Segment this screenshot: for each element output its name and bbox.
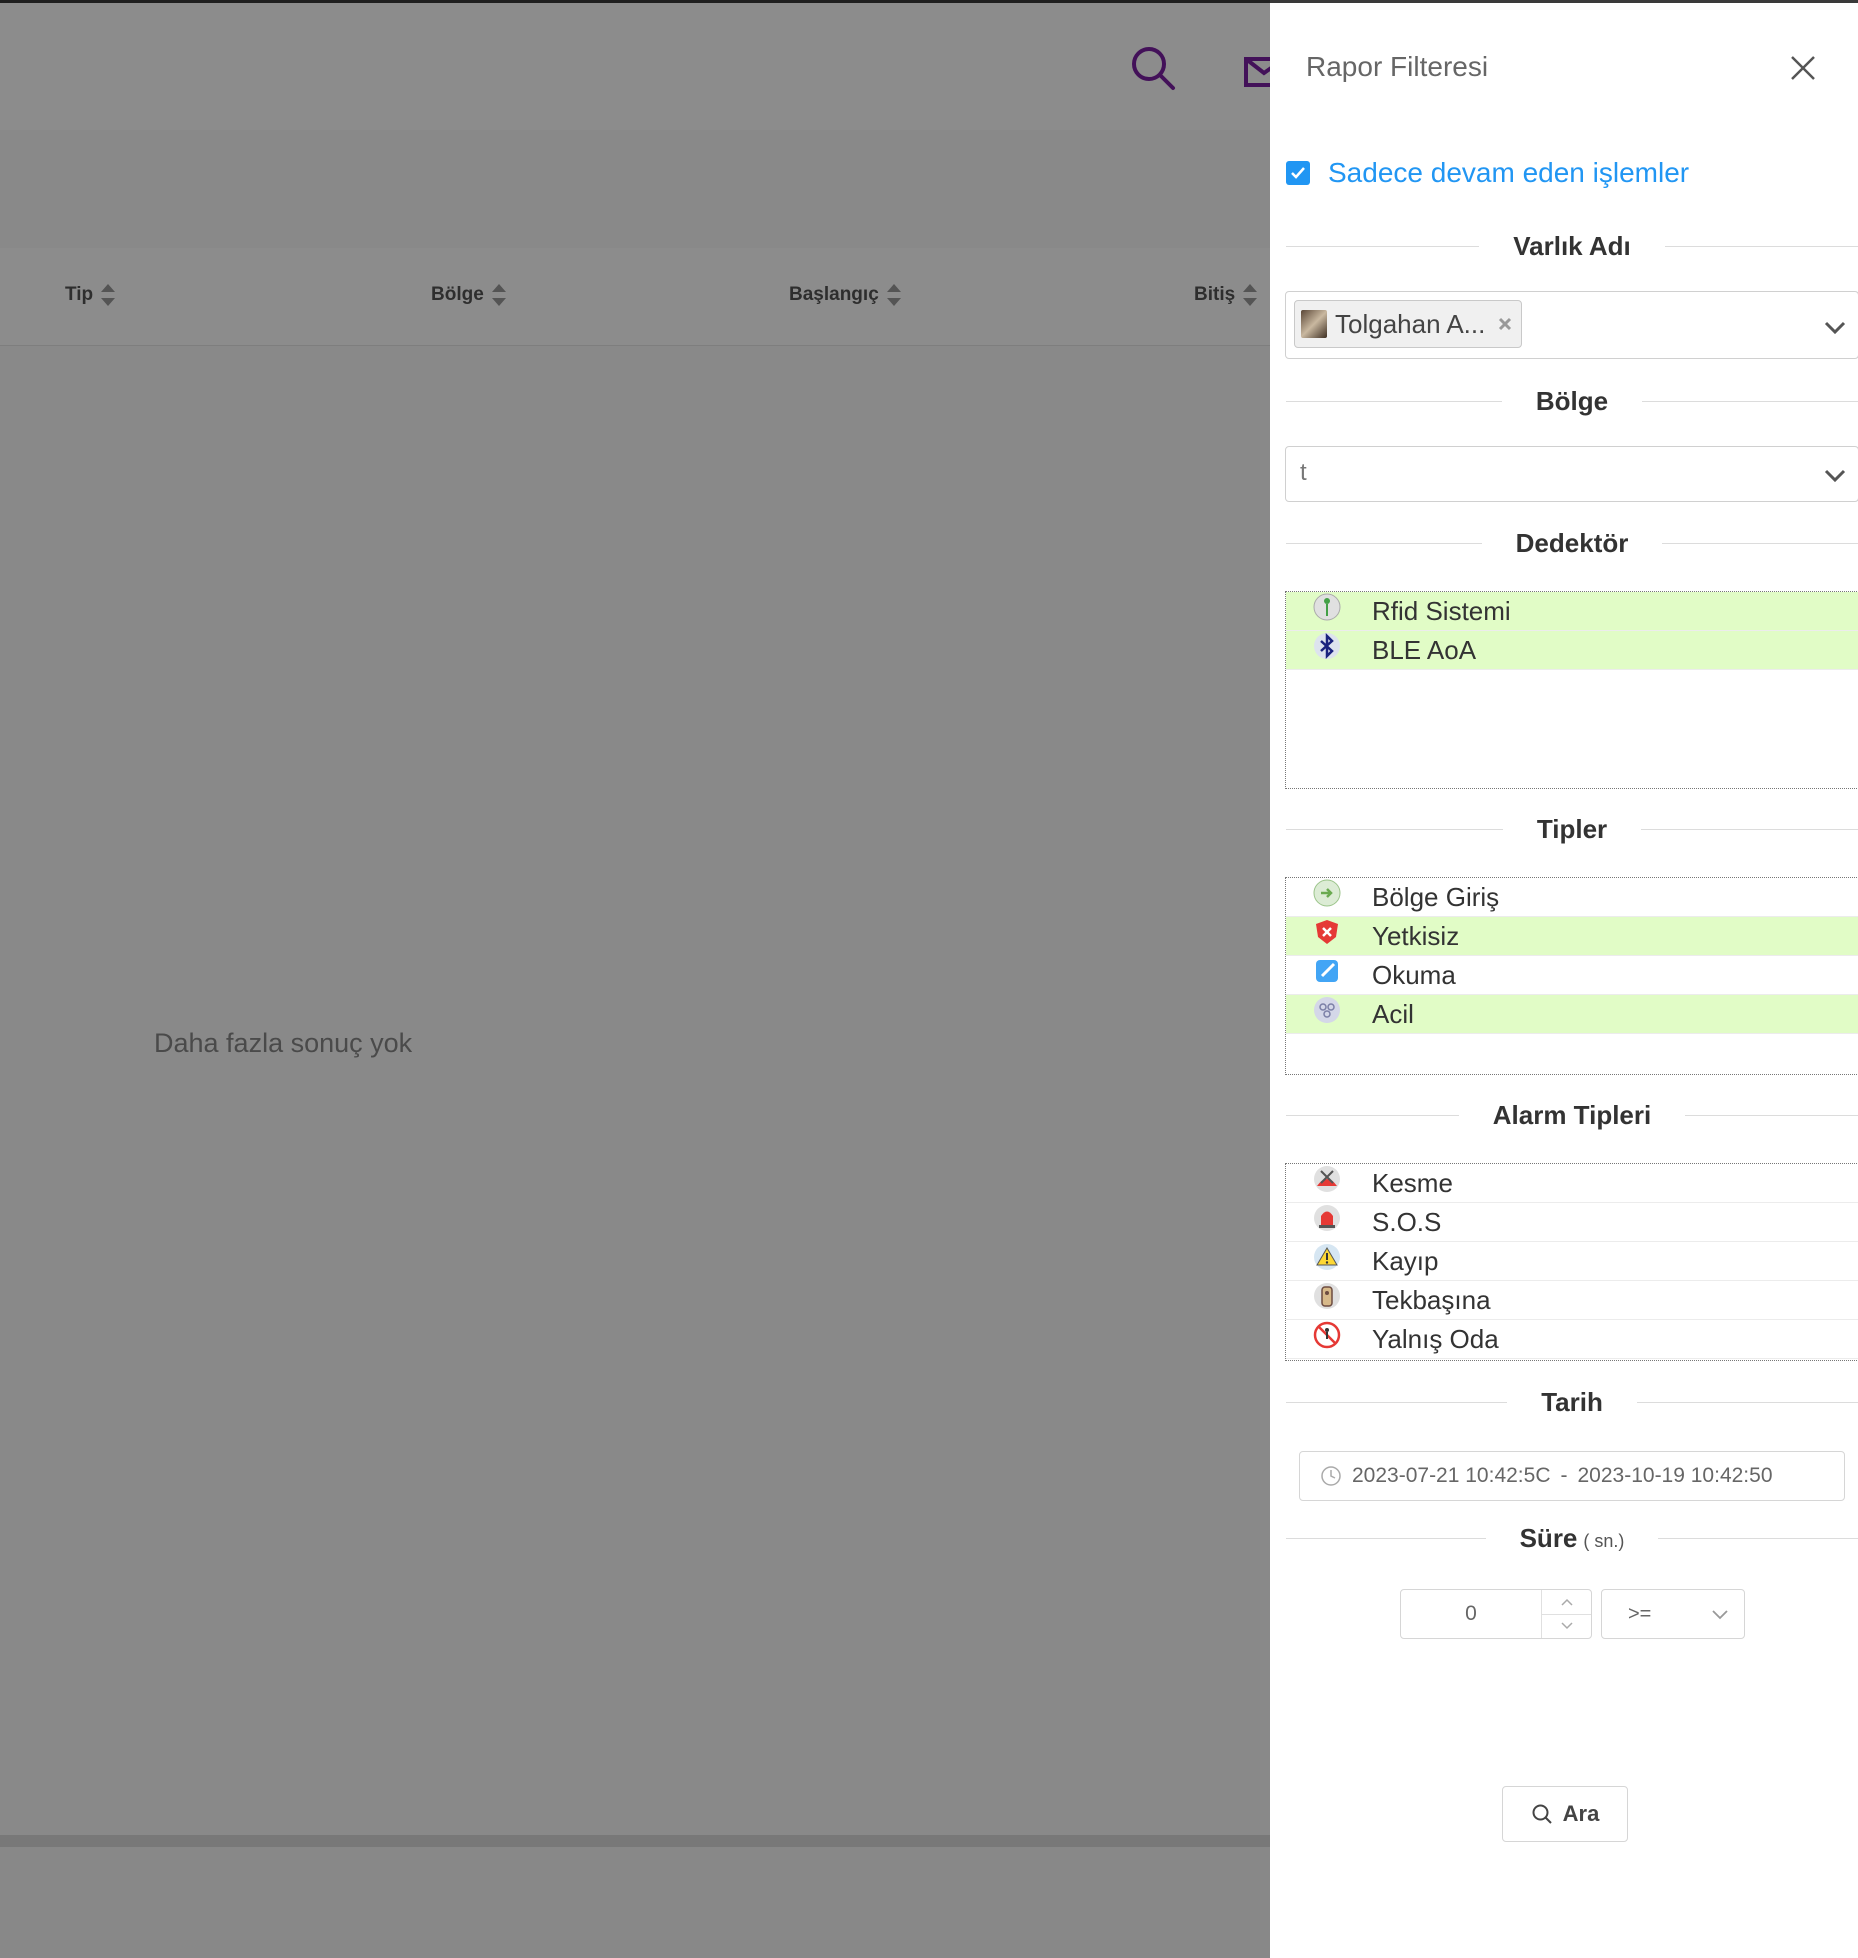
avatar	[1301, 310, 1327, 338]
section-title: Süre( sn.)	[1486, 1523, 1659, 1554]
section-title: Tipler	[1536, 814, 1608, 844]
list-item-label: Bölge Giriş	[1372, 881, 1500, 912]
close-icon[interactable]	[1788, 53, 1818, 83]
section-title: Alarm Tipleri	[1492, 1100, 1652, 1130]
list-item-label: Okuma	[1372, 959, 1456, 990]
emergency-icon	[1312, 995, 1342, 1025]
date-range-separator: -	[1560, 1464, 1568, 1487]
checkbox-label[interactable]: Sadece devam eden işlemler	[1328, 157, 1689, 189]
section-divider-duration: Süre( sn.)	[1286, 1523, 1858, 1554]
search-button-label: Ara	[1562, 1801, 1600, 1826]
list-item-label: Yalnış Oda	[1372, 1323, 1499, 1354]
rfid-icon	[1312, 592, 1342, 622]
bluetooth-icon	[1312, 631, 1342, 661]
list-item-rfid[interactable]: Rfid Sistemi	[1286, 592, 1858, 631]
section-title: Bölge	[1535, 386, 1609, 416]
search-button[interactable]: Ara	[1502, 1786, 1628, 1842]
detector-listbox[interactable]: Rfid Sistemi BLE AoA	[1285, 591, 1858, 789]
clock-icon	[1320, 1465, 1342, 1487]
only-ongoing-checkbox[interactable]: Sadece devam eden işlemler	[1286, 157, 1689, 189]
list-item-label: Kesme	[1372, 1167, 1453, 1198]
list-item-wrong-room[interactable]: Yalnış Oda	[1286, 1320, 1858, 1359]
list-item-label: Acil	[1372, 998, 1414, 1029]
list-item-label: Tekbaşına	[1372, 1284, 1491, 1315]
list-item-alone[interactable]: Tekbaşına	[1286, 1281, 1858, 1320]
section-divider-asset: Varlık Adı	[1286, 231, 1858, 262]
siren-icon	[1312, 1203, 1342, 1233]
date-range-end[interactable]: 2023-10-19 10:42:50	[1578, 1464, 1773, 1488]
report-filter-drawer: Rapor Filteresi Sadece devam eden işleml…	[1270, 0, 1858, 1958]
list-item-label: BLE AoA	[1372, 634, 1477, 665]
duration-number-input[interactable]: 0	[1400, 1589, 1592, 1639]
selected-asset-tag: Tolgahan A...	[1294, 300, 1522, 348]
duration-unit: ( sn.)	[1583, 1531, 1625, 1551]
wrong-room-icon	[1312, 1320, 1342, 1350]
asset-multiselect[interactable]: Tolgahan A...	[1285, 291, 1858, 359]
search-icon	[1531, 1803, 1553, 1825]
list-item-label: Yetkisiz	[1372, 920, 1460, 951]
duration-stepper	[1541, 1590, 1591, 1638]
lost-warning-icon	[1312, 1242, 1342, 1272]
duration-value[interactable]: 0	[1401, 1590, 1541, 1638]
section-title: Tarih	[1541, 1387, 1603, 1417]
list-item-emergency[interactable]: Acil	[1286, 995, 1858, 1034]
zone-entry-icon	[1312, 878, 1342, 908]
types-listbox[interactable]: Bölge Giriş Yetkisiz Okuma Acil	[1285, 877, 1858, 1075]
date-range-start[interactable]: 2023-07-21 10:42:5C	[1352, 1464, 1551, 1488]
list-item-lost[interactable]: Kayıp	[1286, 1242, 1858, 1281]
chevron-down-icon[interactable]	[1822, 462, 1848, 488]
list-item-label: Rfid Sistemi	[1372, 595, 1511, 626]
reading-icon	[1312, 956, 1342, 986]
list-item-zone-entry[interactable]: Bölge Giriş	[1286, 878, 1858, 917]
step-down-icon[interactable]	[1542, 1613, 1591, 1639]
duration-operator-select[interactable]: >=	[1601, 1589, 1745, 1639]
list-item-sos[interactable]: S.O.S	[1286, 1203, 1858, 1242]
alone-icon	[1312, 1281, 1342, 1311]
section-title: Varlık Adı	[1513, 231, 1631, 261]
list-item-label: S.O.S	[1372, 1206, 1442, 1237]
list-item-ble-aoa[interactable]: BLE AoA	[1286, 631, 1858, 670]
section-title: Dedektör	[1515, 528, 1629, 558]
step-up-icon[interactable]	[1542, 1590, 1591, 1614]
section-divider-alarm-types: Alarm Tipleri	[1286, 1100, 1858, 1131]
chevron-down-icon[interactable]	[1822, 314, 1848, 340]
region-select[interactable]: t	[1285, 446, 1858, 502]
cut-icon	[1312, 1164, 1342, 1194]
list-item-cut[interactable]: Kesme	[1286, 1164, 1858, 1203]
list-item-reading[interactable]: Okuma	[1286, 956, 1858, 995]
section-divider-date: Tarih	[1286, 1387, 1858, 1418]
tag-label: Tolgahan A...	[1335, 308, 1486, 339]
list-item-label: Kayıp	[1372, 1245, 1439, 1276]
remove-tag-icon[interactable]	[1497, 316, 1513, 332]
drawer-title: Rapor Filteresi	[1306, 51, 1489, 82]
chevron-down-icon[interactable]	[1710, 1605, 1730, 1625]
duration-title: Süre	[1519, 1523, 1578, 1553]
region-select-value: t	[1300, 459, 1307, 486]
date-range-picker[interactable]: 2023-07-21 10:42:5C - 2023-10-19 10:42:5…	[1299, 1451, 1845, 1501]
list-item-unauthorized[interactable]: Yetkisiz	[1286, 917, 1858, 956]
section-divider-region: Bölge	[1286, 386, 1858, 417]
alarm-types-listbox[interactable]: Kesme S.O.S Kayıp Tekbaşına Yalnış Oda	[1285, 1163, 1858, 1361]
checkbox-checked-icon[interactable]	[1286, 161, 1310, 185]
unauthorized-icon	[1312, 917, 1342, 947]
section-divider-detector: Dedektör	[1286, 528, 1858, 559]
operator-value: >=	[1628, 1602, 1652, 1625]
section-divider-types: Tipler	[1286, 814, 1858, 845]
